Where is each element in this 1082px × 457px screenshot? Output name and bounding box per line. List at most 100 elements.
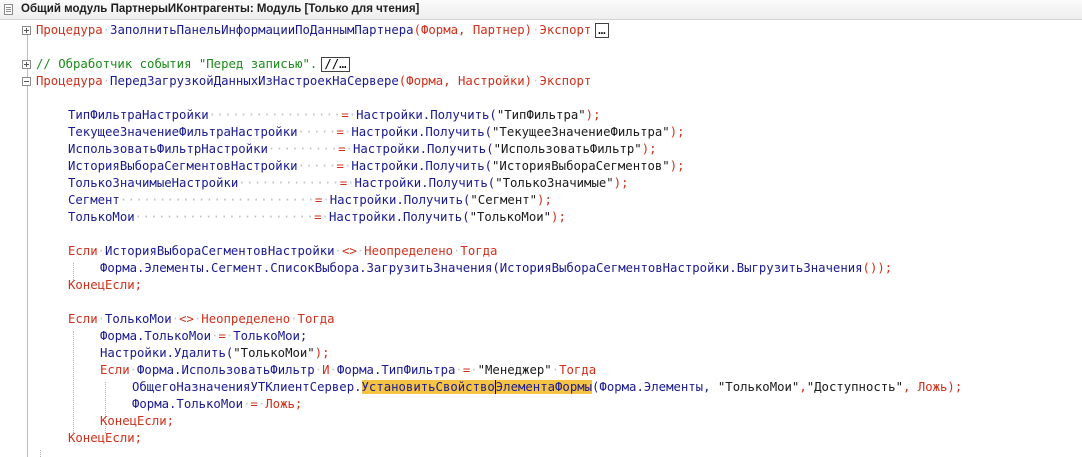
window-title: Общий модуль ПартнерыИКонтрагенты: Модул…: [21, 3, 420, 15]
alignment-dots: ·················: [208, 108, 342, 122]
code-line[interactable]: Процедура·ЗаполнитьПанельИнформацииПоДан…: [36, 22, 609, 39]
window-titlebar: Общий модуль ПартнерыИКонтрагенты: Модул…: [0, 0, 1082, 20]
variable: ТолькоЗначимыеНастройки: [68, 176, 239, 190]
operator: <>: [341, 244, 357, 258]
variable: ТипФильтраНастройки: [68, 108, 209, 122]
module-icon: [4, 4, 13, 15]
string-literal: "Сегмент": [470, 193, 538, 207]
keyword: КонецЕсли;: [68, 431, 143, 445]
keyword: Экспорт: [539, 74, 592, 88]
fold-gutter-line: [27, 34, 28, 457]
code-line[interactable]: ТекущееЗначениеФильтраНастройки·····=·На…: [68, 124, 685, 141]
procedure-name: ПередЗагрузкойДанныхИзНастроекНаСервере: [110, 74, 399, 88]
keyword: Неопределено: [364, 244, 454, 258]
variable: ИсторияВыбораСегментовНастройки: [68, 159, 298, 173]
string-literal: "ТолькоЗначимые": [495, 176, 614, 190]
collapsed-block-button[interactable]: …: [595, 23, 609, 38]
method-call: Настройки.Получить(: [354, 176, 496, 190]
string-literal: "ТипФильтра": [496, 108, 586, 122]
keyword: Процедура: [36, 74, 103, 88]
keyword: Ложь: [917, 380, 948, 394]
alignment-dots: ·························: [119, 193, 315, 207]
punctuation: ,: [799, 380, 807, 394]
module-name: ОбщегоНазначенияУТКлиентСервер.: [132, 380, 362, 394]
procedure-name: ЗаполнитьПанельИнформацииПоДаннымПартнер…: [110, 23, 414, 37]
code-editor[interactable]: Процедура·ЗаполнитьПанельИнформацииПоДан…: [0, 20, 1082, 457]
keyword: КонецЕсли;: [100, 414, 175, 428]
punctuation: );: [669, 125, 685, 139]
alignment-dots: ·····: [297, 125, 337, 139]
params: (Форма, Партнер): [413, 23, 533, 37]
alignment-dots: ·····: [297, 159, 337, 173]
search-highlight: УстановитьСвойство: [361, 380, 495, 394]
string-literal: "ИсторияВыбораСегментов": [492, 159, 670, 173]
code-line[interactable]: ИспользоватьФильтрНастройки·········=·На…: [68, 141, 657, 158]
code-line[interactable]: ИсторияВыбораСегментовНастройки·····=·На…: [68, 158, 685, 175]
method-call: Настройки.Получить(: [351, 125, 493, 139]
keyword: Если: [68, 312, 98, 326]
indent-guide: [73, 331, 74, 433]
code-line[interactable]: Настройки.Удалить("ТолькоМои");: [100, 345, 330, 362]
identifier: ТолькоМои: [105, 312, 172, 326]
code-line[interactable]: Форма.Элементы.Сегмент.СписокВыбора.Загр…: [100, 260, 892, 277]
collapsed-block-button[interactable]: //…: [321, 57, 350, 72]
keyword: Тогда: [460, 244, 498, 258]
punctuation: );: [947, 380, 963, 394]
code-line[interactable]: ТолькоЗначимыеНастройки·············=·На…: [68, 175, 629, 192]
indent-guide: [40, 450, 41, 457]
code-line[interactable]: Форма.ТолькоМои·=·Ложь;: [132, 396, 302, 413]
code-line[interactable]: Если·Форма.ИспользоватьФильтр·И·Форма.Ти…: [100, 362, 596, 379]
string-literal: "ТолькоМои": [717, 380, 800, 394]
identifier: ИсторияВыбораСегментовНастройки: [105, 244, 335, 258]
code-line[interactable]: Процедура·ПередЗагрузкойДанныхИзНастроек…: [36, 73, 591, 90]
code-line[interactable]: КонецЕсли;: [68, 277, 142, 294]
punctuation: ;: [294, 397, 303, 411]
punctuation: ,: [902, 380, 918, 394]
punctuation: );: [585, 108, 601, 122]
alignment-dots: ·············: [238, 176, 340, 190]
method-call: Настройки.Получить(: [356, 108, 497, 122]
keyword: КонецЕсли;: [68, 278, 143, 292]
variable: ТекущееЗначениеФильтраНастройки: [68, 125, 298, 139]
comment: // Обработчик события "Перед записью".: [36, 57, 318, 71]
identifier: Форма.ИспользоватьФильтр: [137, 363, 315, 377]
keyword: Экспорт: [539, 23, 592, 37]
punctuation: ());: [862, 261, 893, 275]
code-line[interactable]: Если·ТолькоМои·<>·Неопределено·Тогда: [68, 311, 335, 328]
code-line[interactable]: КонецЕсли;: [68, 430, 142, 447]
fold-expand-icon[interactable]: [22, 60, 31, 69]
keyword: И: [322, 363, 330, 377]
keyword: Ложь: [265, 397, 295, 411]
string-literal: "ТолькоМои": [233, 346, 315, 360]
params: (Форма, Настройки): [398, 74, 533, 88]
operator: =: [250, 397, 258, 411]
variable: Сегмент: [68, 193, 120, 207]
code-line[interactable]: Если·ИсторияВыбораСегментовНастройки·<>·…: [68, 243, 497, 260]
method-call: Настройки.Получить(: [329, 193, 471, 207]
code-line[interactable]: ТипФильтраНастройки·················=·На…: [68, 107, 600, 124]
identifier: Форма.ТолькоМои: [132, 397, 244, 411]
code-line[interactable]: ОбщегоНазначенияУТКлиентСервер.Установит…: [132, 379, 962, 396]
string-literal: "Менеджер": [477, 363, 552, 377]
operator: =: [218, 329, 226, 343]
method-call: Форма.Элементы.Сегмент.СписокВыбора.Загр…: [100, 261, 500, 275]
code-line[interactable]: КонецЕсли;: [100, 413, 174, 430]
string-literal: "ИспользоватьФильтр": [493, 142, 642, 156]
punctuation: );: [314, 346, 330, 360]
method-call: Настройки.Получить(: [352, 142, 494, 156]
keyword: Если: [68, 244, 98, 258]
method-call: ИсторияВыбораСегментовНастройки.Выгрузит…: [499, 261, 863, 275]
alignment-dots: ·······················: [134, 210, 315, 224]
fold-expand-icon[interactable]: [22, 26, 31, 35]
code-line[interactable]: Сегмент·························=·Настро…: [68, 192, 552, 209]
keyword: Если: [100, 363, 130, 377]
identifier: Форма.ТолькоМои: [100, 329, 212, 343]
operator: <>: [179, 312, 194, 326]
code-line[interactable]: // Обработчик события "Перед записью".//…: [36, 56, 350, 73]
code-line[interactable]: Форма.ТолькоМои·=·ТолькоМои;: [100, 328, 307, 345]
method-call: Настройки.Получить(: [328, 210, 470, 224]
fold-collapse-icon[interactable]: [22, 77, 31, 86]
code-line[interactable]: ТолькоМои·······················=·Настро…: [68, 209, 566, 226]
alignment-dots: ·········: [267, 142, 339, 156]
arguments: (Форма.Элементы,: [592, 380, 718, 394]
